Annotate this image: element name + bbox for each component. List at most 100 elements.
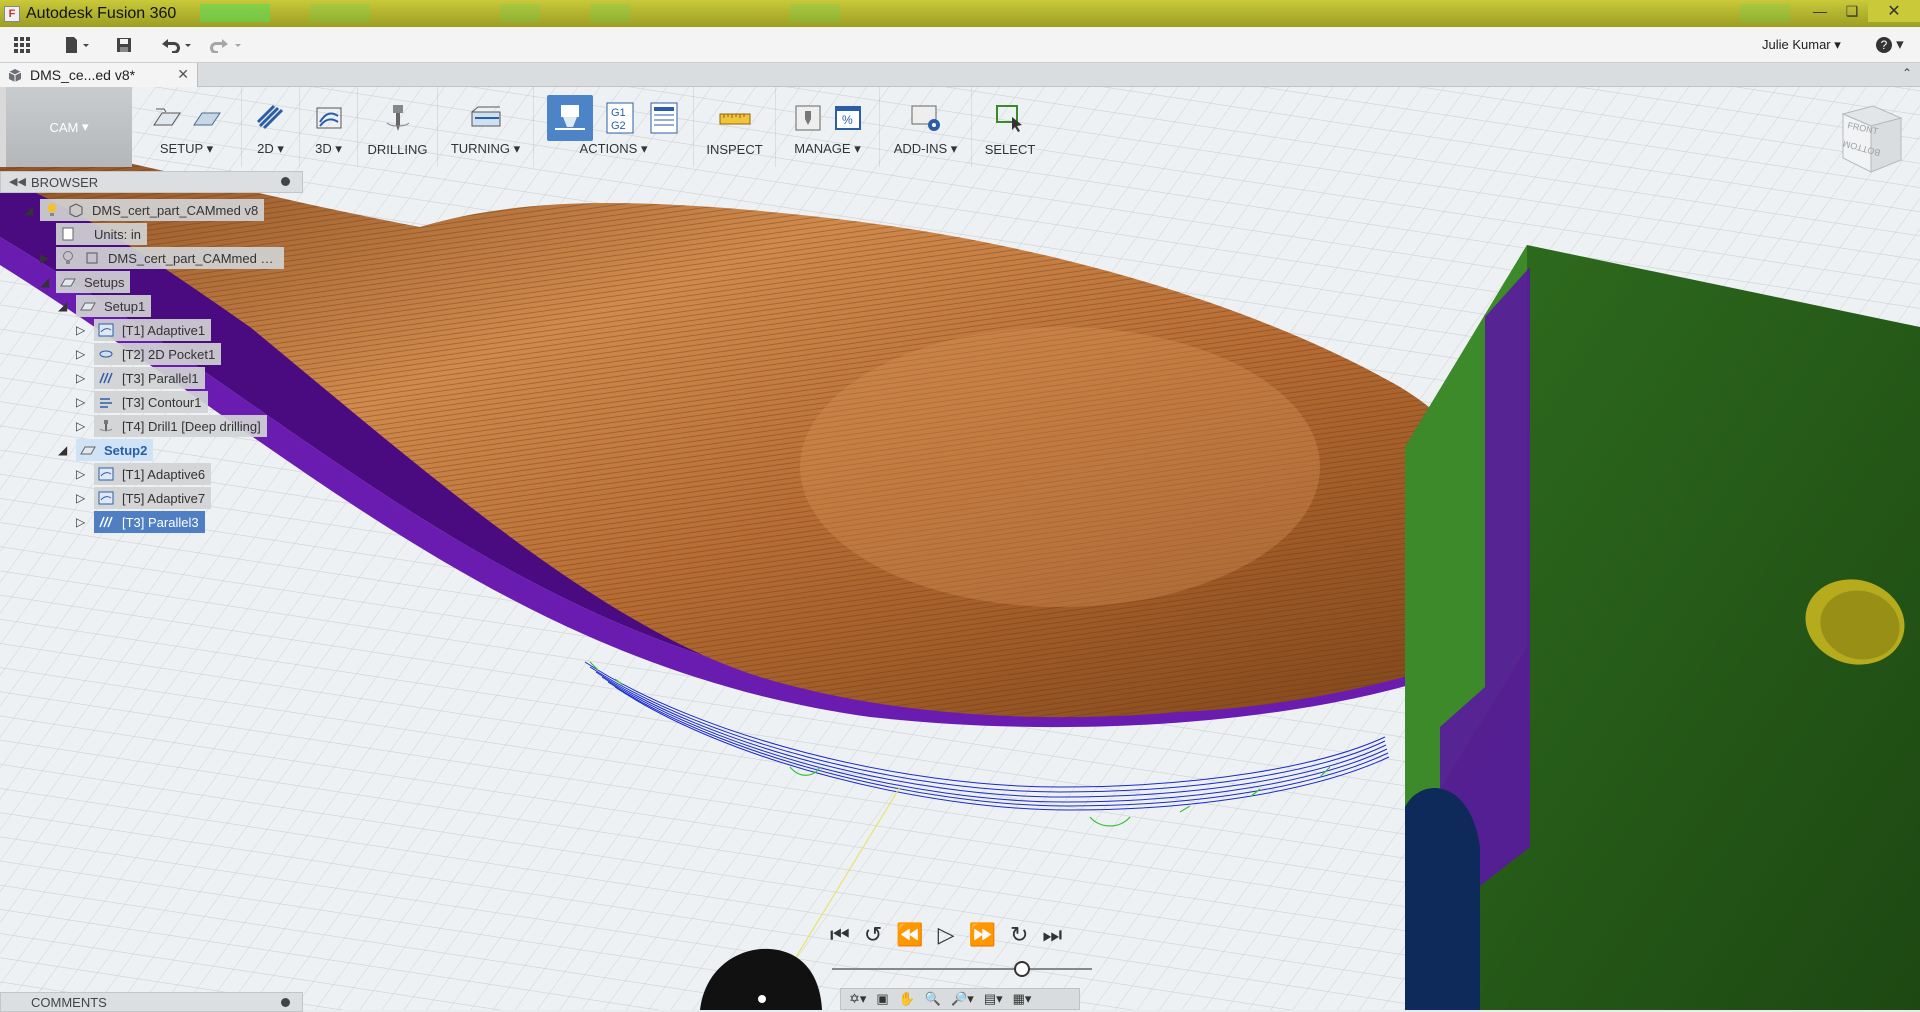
collapse-root-icon[interactable]: ◢ bbox=[24, 203, 33, 217]
next-step-icon[interactable]: ↻ bbox=[1010, 922, 1028, 948]
file-menu-icon[interactable] bbox=[62, 35, 92, 55]
toolbar-group-setup[interactable]: SETUP ▾ bbox=[132, 87, 242, 167]
save-icon[interactable] bbox=[114, 35, 134, 55]
toolbar-group-3d[interactable]: 3D ▾ bbox=[300, 87, 358, 167]
zoom-icon[interactable]: 🔍 bbox=[925, 991, 941, 1007]
collapse-browser-icon[interactable]: ◀◀ bbox=[9, 175, 26, 188]
orbit-icon[interactable]: ✡▾ bbox=[849, 991, 866, 1007]
turning-icon[interactable] bbox=[469, 101, 503, 135]
expand-operation-icon[interactable]: ▷ bbox=[76, 515, 85, 529]
expand-operation-icon[interactable]: ▷ bbox=[76, 467, 85, 481]
simulate-icon[interactable] bbox=[546, 95, 593, 141]
data-panel-grid-icon[interactable] bbox=[12, 35, 32, 55]
operation-parallel1[interactable]: [T3] Parallel1 bbox=[94, 367, 205, 389]
comments-panel-header[interactable]: COMMENTS bbox=[0, 992, 303, 1012]
drill-icon[interactable] bbox=[381, 101, 415, 135]
toolbar-group-addins[interactable]: ADD-INS ▾ bbox=[880, 87, 972, 167]
document-tab[interactable]: DMS_ce...ed v8* ✕ bbox=[0, 63, 198, 87]
viewcube[interactable]: FRONT BOTTOM bbox=[1835, 100, 1905, 178]
expand-body-icon[interactable]: ▶ bbox=[40, 251, 49, 265]
canvas-viewport[interactable] bbox=[0, 87, 1920, 1010]
post-process-icon[interactable]: G1 G2 bbox=[603, 101, 637, 135]
select-label: SELECT bbox=[984, 142, 1036, 157]
workspace-switcher[interactable]: CAM ▾ bbox=[0, 87, 132, 167]
titlebar-decoration bbox=[1740, 4, 1790, 22]
cam-toolbar: CAM ▾ SETUP ▾ 2D ▾ 3D ▾ DRILLING TURNING… bbox=[0, 87, 1085, 167]
timeline-scrubber[interactable] bbox=[1013, 961, 1030, 977]
display-settings-icon[interactable]: ▤▾ bbox=[984, 991, 1003, 1007]
last-frame-icon[interactable]: ⏭ bbox=[1042, 922, 1062, 948]
fast-forward-icon[interactable]: ⏩ bbox=[969, 922, 996, 948]
3d-adaptive-icon[interactable] bbox=[312, 101, 346, 135]
scripts-addins-icon[interactable] bbox=[909, 101, 943, 135]
adaptive-op-icon bbox=[98, 466, 114, 482]
browser-panel-header[interactable]: ◀◀ BROWSER bbox=[0, 171, 303, 193]
comments-pin-icon[interactable] bbox=[281, 998, 290, 1007]
operation-2d-pocket1[interactable]: [T2] 2D Pocket1 bbox=[94, 343, 222, 365]
zoom-window-icon[interactable]: 🔎▾ bbox=[951, 991, 974, 1007]
document-icon bbox=[8, 69, 22, 82]
operation-adaptive7[interactable]: [T5] Adaptive7 bbox=[94, 487, 212, 509]
minimize-button[interactable]: — bbox=[1804, 0, 1836, 22]
close-tab-icon[interactable]: ✕ bbox=[177, 66, 189, 83]
expand-operation-icon[interactable]: ▷ bbox=[76, 371, 85, 385]
help-icon: ? bbox=[1876, 37, 1892, 53]
operation-parallel3[interactable]: [T3] Parallel3 bbox=[94, 511, 205, 533]
expand-operation-icon[interactable]: ▷ bbox=[76, 395, 85, 409]
expand-operation-icon[interactable]: ▷ bbox=[76, 491, 85, 505]
operation-drill1[interactable]: [T4] Drill1 [Deep drilling] bbox=[94, 415, 267, 437]
expand-operation-icon[interactable]: ▷ bbox=[76, 347, 85, 361]
toolbar-group-2d[interactable]: 2D ▾ bbox=[242, 87, 300, 167]
setups-node[interactable]: Setups bbox=[56, 271, 131, 293]
close-button[interactable]: ✕ bbox=[1868, 0, 1920, 22]
tree-root[interactable]: DMS_cert_part_CAMmed v8 bbox=[40, 199, 265, 221]
collapse-setup1-icon[interactable]: ◢ bbox=[58, 299, 67, 313]
redo-icon[interactable] bbox=[208, 35, 244, 55]
pan-icon[interactable]: ✋ bbox=[899, 991, 915, 1007]
body-node[interactable]: DMS_cert_part_CAMmed v8:1 bbox=[56, 247, 284, 269]
maximize-button[interactable]: ❑ bbox=[1836, 0, 1868, 22]
titlebar-decoration bbox=[200, 4, 270, 22]
document-tabs-bar: DMS_ce...ed v8* ✕ ⌃ bbox=[0, 63, 1920, 87]
collapse-setups-icon[interactable]: ◢ bbox=[40, 275, 49, 289]
expand-operation-icon[interactable]: ▷ bbox=[76, 323, 85, 337]
navigation-bar: ✡▾ ▣ ✋ 🔍 🔎▾ ▤▾ ▦▾ bbox=[840, 988, 1080, 1010]
title-bar: F Autodesk Fusion 360 — ❑ ✕ bbox=[0, 0, 1920, 27]
toolbar-group-actions[interactable]: G1 G2 ACTIONS ▾ bbox=[534, 87, 694, 167]
setup1-node[interactable]: Setup1 bbox=[76, 295, 152, 317]
expand-operation-icon[interactable]: ▷ bbox=[76, 419, 85, 433]
prev-step-icon[interactable]: ↺ bbox=[864, 922, 882, 948]
svg-text:G1: G1 bbox=[611, 107, 626, 119]
setup-sheet-icon[interactable] bbox=[647, 101, 681, 135]
user-account-menu[interactable]: Julie Kumar ▾ bbox=[1762, 37, 1841, 53]
toolbar-group-turning[interactable]: TURNING ▾ bbox=[438, 87, 534, 167]
toolbar-group-manage[interactable]: % MANAGE ▾ bbox=[776, 87, 880, 167]
setups-folder-icon bbox=[60, 274, 76, 290]
operation-adaptive6[interactable]: [T1] Adaptive6 bbox=[94, 463, 212, 485]
select-icon[interactable] bbox=[993, 101, 1027, 135]
tool-library-icon[interactable] bbox=[791, 101, 825, 135]
operation-contour1[interactable]: [T3] Contour1 bbox=[94, 391, 208, 413]
toolbar-group-select[interactable]: SELECT bbox=[972, 87, 1048, 167]
simulation-timeline[interactable] bbox=[832, 961, 1092, 977]
help-button[interactable]: ? ▾ bbox=[1876, 35, 1904, 53]
toolbar-group-inspect[interactable]: INSPECT bbox=[694, 87, 776, 167]
setup2-node[interactable]: Setup2 bbox=[76, 439, 154, 461]
setup-folder-icon[interactable] bbox=[190, 101, 224, 135]
units-node[interactable]: Units: in bbox=[56, 223, 147, 245]
play-icon[interactable]: ▷ bbox=[938, 922, 955, 948]
toolbar-group-drilling[interactable]: DRILLING bbox=[358, 87, 438, 167]
rewind-icon[interactable]: ⏪ bbox=[896, 922, 923, 948]
post-library-icon[interactable]: % bbox=[831, 101, 865, 135]
grid-settings-icon[interactable]: ▦▾ bbox=[1013, 991, 1032, 1007]
collapse-toolbar-icon[interactable]: ⌃ bbox=[1902, 66, 1912, 80]
undo-icon[interactable] bbox=[158, 35, 194, 55]
browser-pin-icon[interactable] bbox=[281, 177, 290, 186]
collapse-setup2-icon[interactable]: ◢ bbox=[58, 443, 67, 457]
measure-icon[interactable] bbox=[718, 101, 752, 135]
look-at-icon[interactable]: ▣ bbox=[876, 991, 888, 1007]
2d-adaptive-icon[interactable] bbox=[254, 101, 288, 135]
operation-adaptive1[interactable]: [T1] Adaptive1 bbox=[94, 319, 212, 341]
first-frame-icon[interactable]: ⏮ bbox=[830, 922, 850, 948]
new-setup-icon[interactable] bbox=[150, 101, 184, 135]
